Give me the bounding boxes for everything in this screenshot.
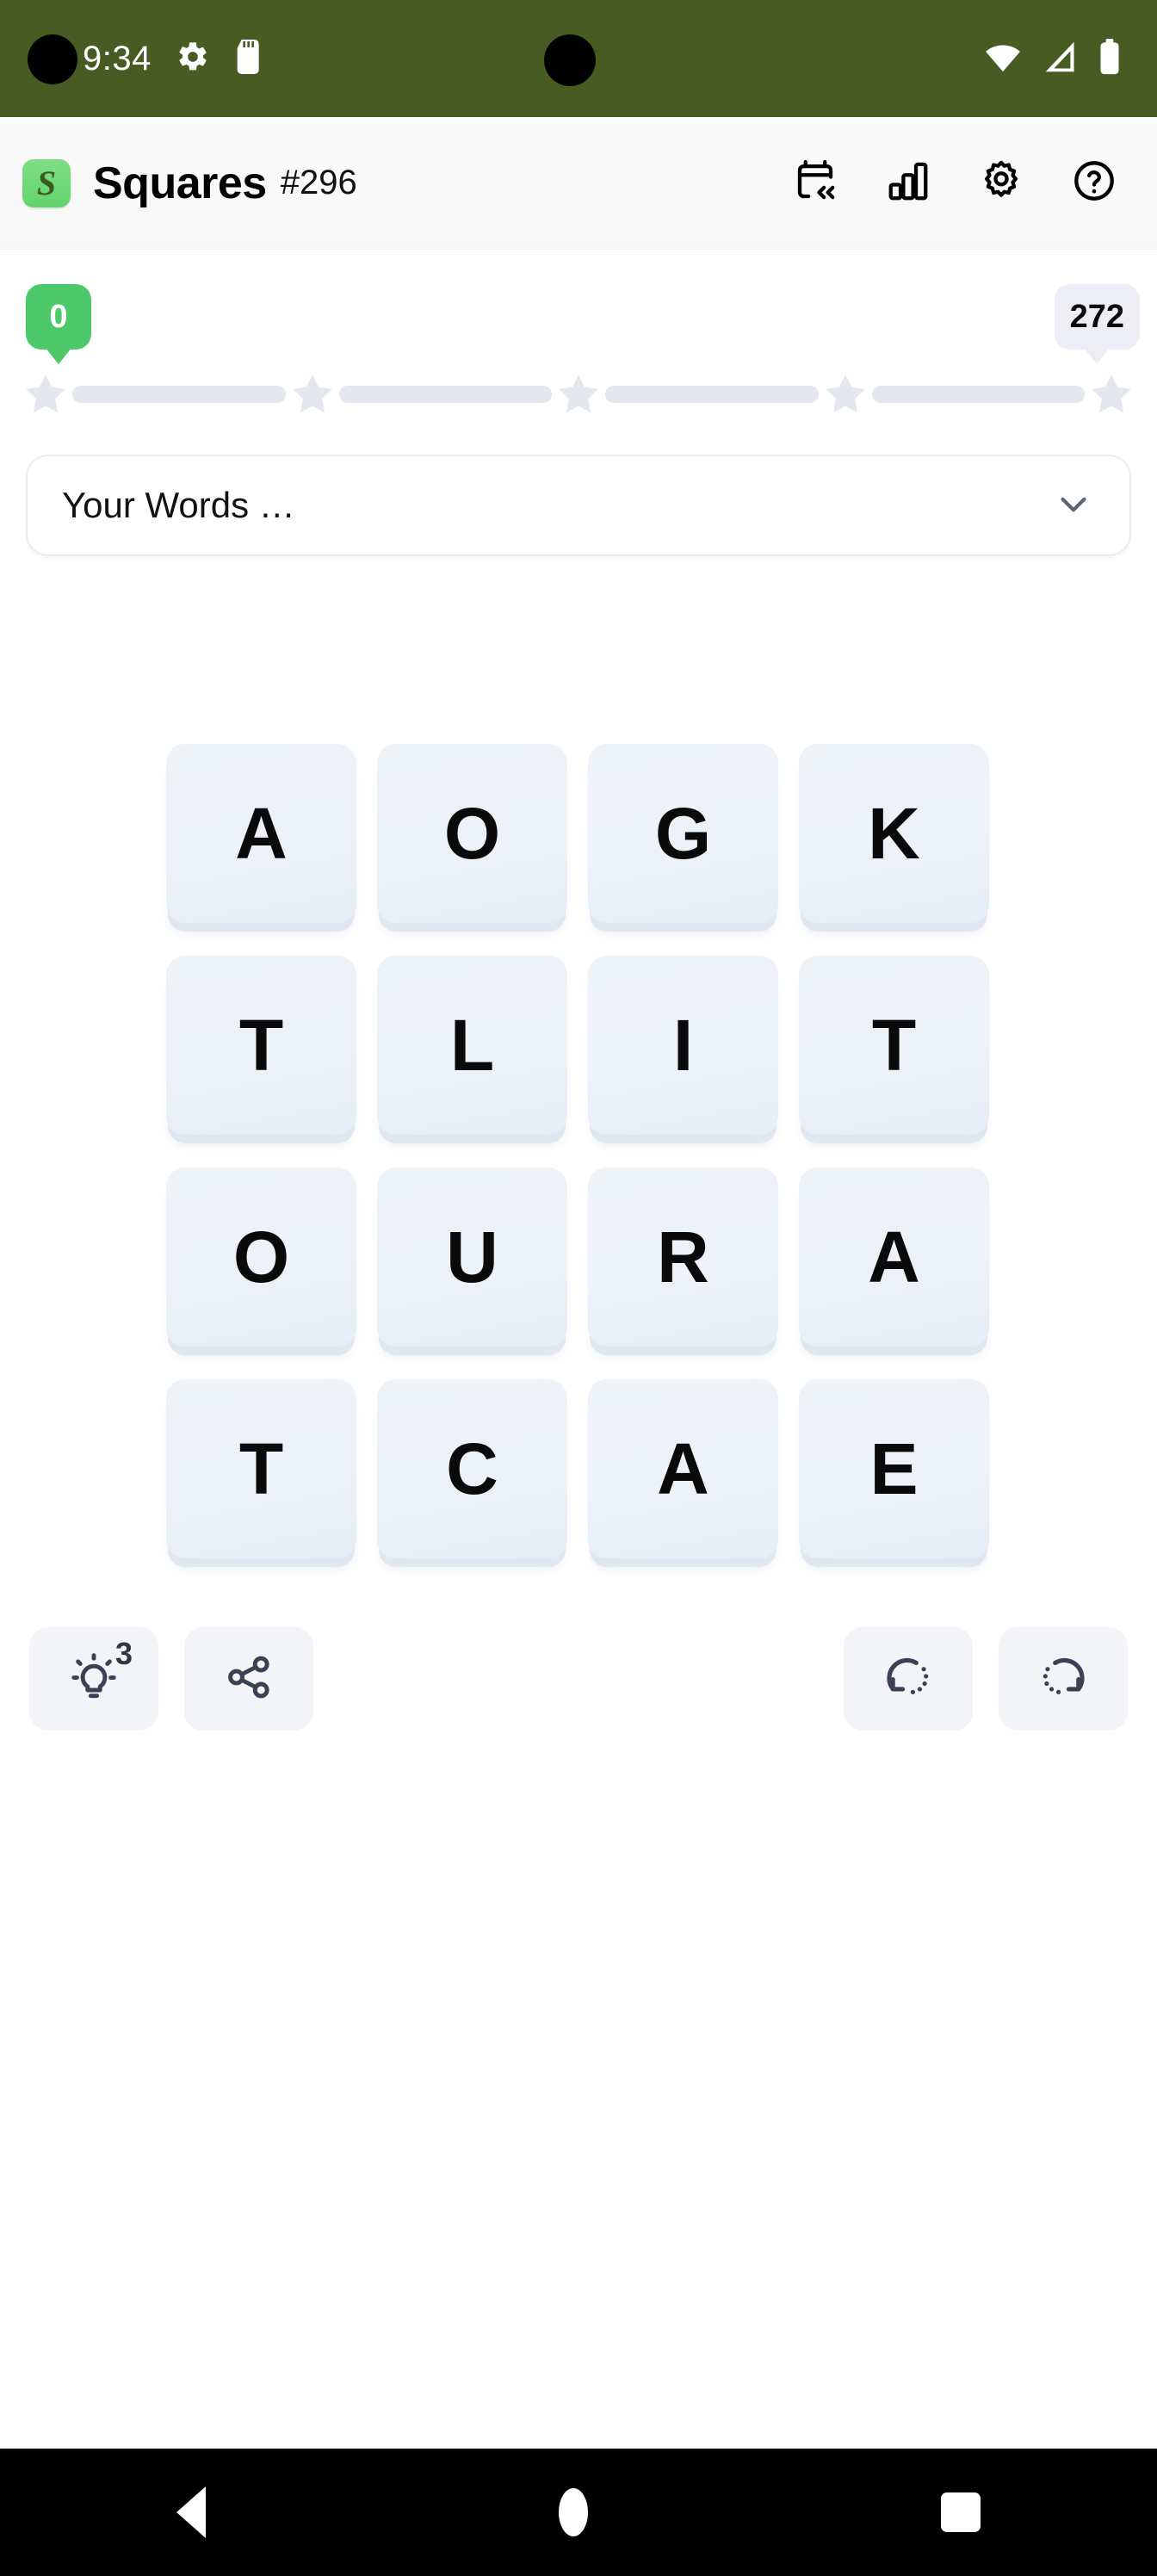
your-words-label: Your Words … <box>62 485 295 525</box>
progress-segment <box>338 386 552 403</box>
share-icon <box>222 1650 275 1708</box>
action-bar-left: 3 <box>29 1627 313 1731</box>
undo-icon <box>882 1650 935 1708</box>
status-bar: 9:34 <box>0 0 1157 117</box>
letter-tile[interactable]: C <box>377 1379 567 1558</box>
status-bar-clock: 9:34 <box>83 39 152 77</box>
letter-tile[interactable]: L <box>377 956 567 1135</box>
app-header: S Squares #296 <box>0 117 1157 250</box>
action-bar-right <box>844 1627 1128 1731</box>
letter-tile[interactable]: E <box>799 1379 989 1558</box>
cellular-icon <box>1042 40 1080 77</box>
hint-button[interactable]: 3 <box>29 1627 158 1731</box>
letter-tile[interactable]: T <box>166 1379 356 1558</box>
undo-button[interactable] <box>844 1627 973 1731</box>
letter-tile[interactable]: G <box>588 744 778 923</box>
progress-segment <box>72 386 286 403</box>
letter-grid: AOGKTLITOURATCAE <box>166 744 989 1591</box>
home-icon[interactable] <box>559 2488 588 2536</box>
recents-icon[interactable] <box>941 2492 981 2532</box>
android-nav-bar <box>0 2449 1157 2576</box>
star-icon <box>822 371 869 418</box>
stats-button[interactable] <box>883 158 933 208</box>
letter-tile[interactable]: R <box>588 1167 778 1347</box>
help-icon <box>1071 158 1117 208</box>
progress-segment <box>605 386 819 403</box>
chevron-down-icon[interactable] <box>1052 482 1095 529</box>
wifi-icon <box>983 40 1023 77</box>
sd-card-icon <box>234 39 263 78</box>
status-bar-right <box>983 38 1157 79</box>
page-title: Squares <box>93 158 267 208</box>
letter-tile[interactable]: O <box>166 1167 356 1347</box>
app-screen: 9:34 S Squares #296 0 272 Your Words … A… <box>0 0 1157 2576</box>
redo-icon <box>1036 1650 1090 1708</box>
gear-icon <box>978 158 1024 208</box>
archive-button[interactable] <box>790 158 840 208</box>
letter-tile[interactable]: A <box>588 1379 778 1558</box>
battery-icon <box>1098 38 1121 79</box>
hint-icon <box>67 1650 121 1708</box>
star-icon <box>1088 371 1135 418</box>
settings-button[interactable] <box>976 158 1026 208</box>
share-button[interactable] <box>184 1627 313 1731</box>
letter-tile[interactable]: U <box>377 1167 567 1347</box>
action-bar: 3 <box>0 1627 1157 1731</box>
star-icon <box>555 371 602 418</box>
letter-tile[interactable]: I <box>588 956 778 1135</box>
letter-tile[interactable]: T <box>799 956 989 1135</box>
star-icon <box>22 371 69 418</box>
archive-icon <box>792 158 838 208</box>
help-button[interactable] <box>1069 158 1119 208</box>
star-icon <box>289 371 336 418</box>
letter-tile[interactable]: O <box>377 744 567 923</box>
camera-punch-hole <box>28 34 77 84</box>
stats-icon <box>885 158 931 208</box>
app-header-actions <box>790 158 1119 208</box>
max-score-badge: 272 <box>1054 284 1140 350</box>
progress-segment <box>871 386 1085 403</box>
score-badge: 0 <box>26 284 91 350</box>
your-words-dropdown[interactable]: Your Words … <box>26 455 1131 556</box>
gear-icon <box>176 40 210 78</box>
redo-button[interactable] <box>999 1627 1128 1731</box>
camera-punch-hole-center <box>544 34 596 86</box>
hint-count: 3 <box>114 1636 133 1671</box>
puzzle-number: #296 <box>280 164 357 201</box>
letter-tile[interactable]: T <box>166 956 356 1135</box>
star-progress-bar <box>0 368 1157 420</box>
letter-tile[interactable]: A <box>166 744 356 923</box>
letter-tile[interactable]: K <box>799 744 989 923</box>
app-logo: S <box>22 158 71 207</box>
back-icon[interactable] <box>176 2486 206 2538</box>
letter-tile[interactable]: A <box>799 1167 989 1347</box>
